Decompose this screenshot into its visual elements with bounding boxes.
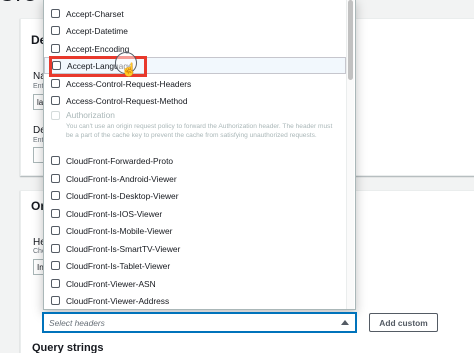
list-item[interactable]: Access-Control-Request-Method (44, 92, 346, 109)
checkbox[interactable] (51, 174, 60, 183)
headers-dropdown-list: Accept-Charset Accept-Datetime Accept-En… (43, 0, 356, 310)
query-strings-label: Query strings (32, 342, 104, 353)
list-item[interactable]: CloudFront-Viewer-ASN (44, 275, 346, 292)
dropdown-scrollbar[interactable] (346, 0, 354, 309)
list-item[interactable]: CloudFront-Is-SmartTV-Viewer (44, 240, 346, 257)
checkbox[interactable] (51, 26, 60, 35)
checkbox[interactable] (51, 191, 60, 200)
checkbox-disabled (51, 110, 60, 120)
list-item[interactable]: CloudFront-Viewer-Address (44, 292, 346, 309)
checkbox[interactable] (51, 96, 60, 105)
checkbox[interactable] (51, 226, 60, 235)
authorization-description: You can't use an origin request policy t… (66, 123, 333, 139)
checkbox[interactable] (51, 79, 60, 88)
checkbox[interactable] (51, 244, 60, 253)
list-item[interactable]: CloudFront-Is-Android-Viewer (44, 170, 346, 187)
checkbox[interactable] (51, 279, 60, 288)
checkbox[interactable] (51, 44, 60, 53)
headers-select[interactable]: Select headers (43, 313, 356, 332)
checkbox[interactable] (51, 296, 60, 305)
list-item-authorization-disabled: Authorization You can't use an origin re… (44, 109, 346, 140)
list-item[interactable]: Accept-Encoding (44, 40, 346, 57)
list-item[interactable]: Accept-Charset (44, 5, 346, 22)
list-item[interactable]: CloudFront-Is-Tablet-Viewer (44, 257, 346, 274)
list-item[interactable]: CloudFront-Is-Mobile-Viewer (44, 222, 346, 239)
add-custom-button[interactable]: Add custom (369, 313, 438, 332)
checkbox[interactable] (51, 209, 60, 218)
page-title: Cre (0, 0, 37, 8)
select-placeholder: Select headers (49, 317, 105, 328)
list-item[interactable]: CloudFront-Is-Desktop-Viewer (44, 187, 346, 204)
caret-up-icon (341, 320, 349, 325)
list-item[interactable]: CloudFront-Forwarded-Proto (44, 152, 346, 169)
list-item[interactable]: Access-Control-Request-Headers (44, 75, 346, 92)
scrollbar-thumb[interactable] (348, 0, 353, 80)
checkbox[interactable] (51, 156, 60, 165)
checkbox[interactable] (51, 261, 60, 270)
list-item[interactable]: CloudFront-Is-IOS-Viewer (44, 205, 346, 222)
list-item[interactable]: Accept-Datetime (44, 22, 346, 39)
checkbox[interactable] (51, 9, 60, 18)
hand-cursor-icon: ☝ (121, 62, 138, 77)
